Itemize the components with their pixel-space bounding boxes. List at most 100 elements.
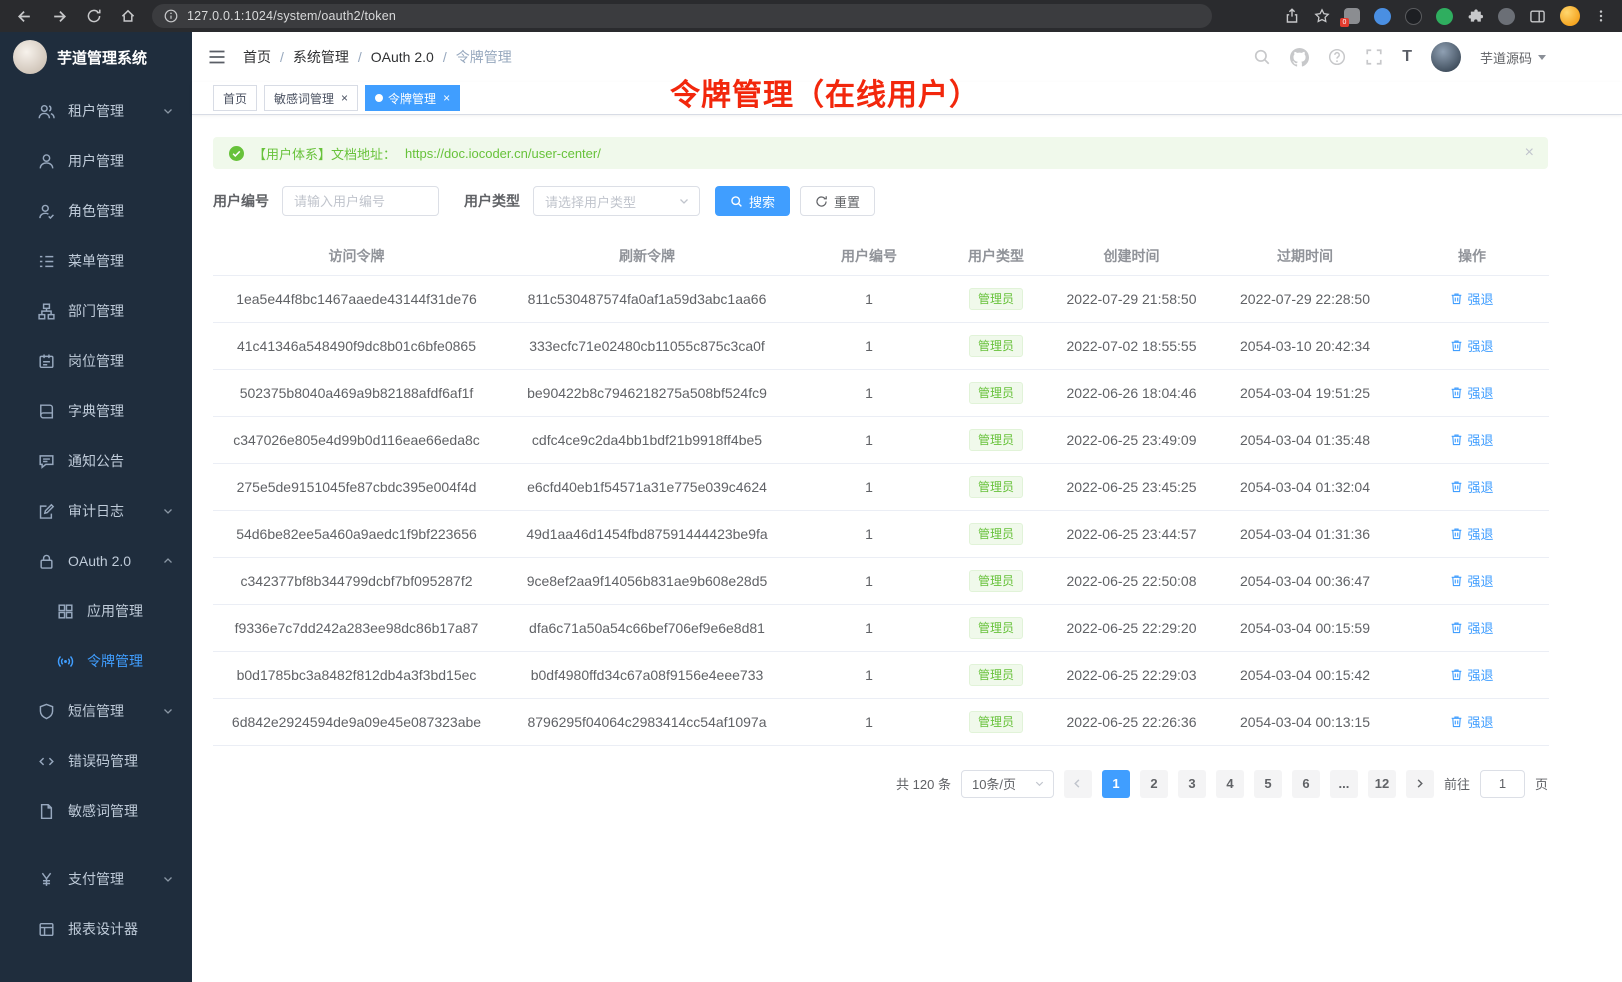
tab-close-icon[interactable]: × [443, 91, 450, 105]
breadcrumb-item[interactable]: 首页 [243, 47, 271, 67]
sidebar-item-tenant[interactable]: 租户管理 [0, 86, 192, 136]
page-button-6[interactable]: 6 [1292, 770, 1320, 798]
page-button-3[interactable]: 3 [1178, 770, 1206, 798]
refresh-icon [815, 195, 828, 208]
user-type-badge: 管理员 [969, 476, 1023, 498]
help-icon[interactable] [1328, 48, 1346, 66]
tab-sensitive-word[interactable]: 敏感词管理 × [264, 85, 358, 111]
user-type-cell: 管理员 [944, 698, 1048, 745]
more-pages-button[interactable]: ... [1330, 770, 1358, 798]
page-size-select[interactable]: 10条/页 [961, 770, 1054, 798]
fullscreen-icon[interactable] [1365, 48, 1383, 66]
user-type-cell: 管理员 [944, 322, 1048, 369]
user-avatar[interactable] [1431, 42, 1461, 72]
table-header-row: 访问令牌刷新令牌用户编号用户类型创建时间过期时间操作 [213, 238, 1549, 275]
extension-icon-5[interactable] [1498, 8, 1515, 25]
goto-page-input[interactable] [1480, 770, 1525, 798]
extension-icon-3[interactable] [1405, 8, 1422, 25]
page-button-2[interactable]: 2 [1140, 770, 1168, 798]
tab-close-icon[interactable]: × [341, 91, 348, 105]
force-logout-button[interactable]: 强退 [1450, 477, 1493, 496]
sidebar-item-oauth2-token[interactable]: 令牌管理 [0, 636, 192, 686]
user-id-cell: 1 [794, 416, 944, 463]
user-menu[interactable]: 芋道源码 [1480, 48, 1546, 67]
force-logout-button[interactable]: 强退 [1450, 430, 1493, 449]
sidebar-item-post[interactable]: 岗位管理 [0, 336, 192, 386]
sidebar-item-audit-log[interactable]: 审计日志 [0, 486, 192, 536]
page-button-4[interactable]: 4 [1216, 770, 1244, 798]
dict-icon [38, 403, 55, 420]
refresh-token-cell: 49d1aa46d1454fbd87591444423be9fa [500, 510, 794, 557]
audit-icon [38, 503, 55, 520]
sidebar-item-sensitive-word[interactable]: 敏感词管理 [0, 786, 192, 836]
next-page-button[interactable] [1406, 770, 1434, 798]
force-logout-button[interactable]: 强退 [1450, 618, 1493, 637]
prev-page-button[interactable] [1064, 770, 1092, 798]
sidebar-item-notice[interactable]: 通知公告 [0, 436, 192, 486]
sidebar-item-dict[interactable]: 字典管理 [0, 386, 192, 436]
extension-icon-2[interactable] [1374, 8, 1391, 25]
address-bar[interactable]: 127.0.0.1:1024/system/oauth2/token [152, 4, 1212, 28]
menu-fold-icon[interactable] [207, 47, 227, 67]
doc-alert: 【用户体系】文档地址： https://doc.iocoder.cn/user-… [213, 137, 1548, 169]
browser-profile-avatar[interactable] [1560, 6, 1580, 26]
access-token-cell: 502375b8040a469a9b82188afdf6af1f [213, 369, 500, 416]
breadcrumb-item[interactable]: 系统管理 [293, 47, 349, 67]
sidebar-item-oauth2-app[interactable]: 应用管理 [0, 586, 192, 636]
breadcrumb-item[interactable]: OAuth 2.0 [371, 49, 434, 65]
force-logout-button[interactable]: 强退 [1450, 524, 1493, 543]
bookmark-star-icon[interactable] [1314, 8, 1330, 24]
home-icon[interactable] [120, 8, 136, 24]
browser-menu-icon[interactable] [1594, 9, 1608, 23]
force-logout-button[interactable]: 强退 [1450, 383, 1493, 402]
split-view-icon[interactable] [1529, 8, 1546, 25]
tab-oauth2-token[interactable]: 令牌管理 × [365, 85, 460, 111]
sidebar-item-sms[interactable]: 短信管理 [0, 686, 192, 736]
user-id-input[interactable] [282, 186, 439, 216]
action-cell: 强退 [1395, 698, 1549, 745]
page-button-12[interactable]: 12 [1368, 770, 1396, 798]
page-button-1[interactable]: 1 [1102, 770, 1130, 798]
user-type-label: 用户类型 [464, 191, 520, 211]
action-cell: 强退 [1395, 416, 1549, 463]
sidebar-item-menu[interactable]: 菜单管理 [0, 236, 192, 286]
sidebar-item-user[interactable]: 用户管理 [0, 136, 192, 186]
sidebar-item-error-code[interactable]: 错误码管理 [0, 736, 192, 786]
chevron-down-icon [162, 705, 174, 717]
reset-button[interactable]: 重置 [800, 186, 875, 216]
sidebar-item-role[interactable]: 角色管理 [0, 186, 192, 236]
sidebar-item-pay[interactable]: 支付管理 [0, 854, 192, 904]
force-logout-button[interactable]: 强退 [1450, 665, 1493, 684]
force-logout-button[interactable]: 强退 [1450, 571, 1493, 590]
force-logout-button[interactable]: 强退 [1450, 289, 1493, 308]
github-icon[interactable] [1290, 48, 1309, 67]
tab-home[interactable]: 首页 × [213, 85, 257, 111]
sidebar-item-dept[interactable]: 部门管理 [0, 286, 192, 336]
doc-link[interactable]: https://doc.iocoder.cn/user-center/ [405, 146, 601, 161]
extensions-puzzle-icon[interactable] [1467, 8, 1484, 25]
font-size-icon[interactable]: T [1402, 49, 1412, 65]
sidebar-item-report-designer[interactable]: 报表设计器 [0, 904, 192, 954]
extension-icon-4[interactable] [1436, 8, 1453, 25]
search-icon[interactable] [1253, 48, 1271, 66]
search-button[interactable]: 搜索 [715, 186, 790, 216]
reload-icon[interactable] [86, 8, 102, 24]
site-info-icon[interactable] [164, 9, 178, 23]
share-icon[interactable] [1284, 8, 1300, 24]
action-cell: 强退 [1395, 651, 1549, 698]
token-table-row: 502375b8040a469a9b82188afdf6af1f be90422… [213, 369, 1549, 416]
breadcrumb-separator: / [280, 49, 284, 65]
page-button-5[interactable]: 5 [1254, 770, 1282, 798]
force-logout-button[interactable]: 强退 [1450, 336, 1493, 355]
column-header-0: 访问令牌 [213, 238, 500, 275]
expire-time-cell: 2054-03-04 19:51:25 [1215, 369, 1395, 416]
back-icon[interactable] [16, 8, 33, 25]
goto-label: 前往 [1444, 774, 1470, 793]
sidebar-item-oauth2[interactable]: OAuth 2.0 [0, 536, 192, 586]
user-type-select[interactable]: 请选择用户类型 [533, 186, 700, 216]
alert-close-icon[interactable]: × [1525, 145, 1534, 161]
delete-icon [1450, 292, 1463, 305]
extension-icon-1[interactable]: 0 [1344, 8, 1360, 24]
forward-icon[interactable] [51, 8, 68, 25]
force-logout-button[interactable]: 强退 [1450, 712, 1493, 731]
